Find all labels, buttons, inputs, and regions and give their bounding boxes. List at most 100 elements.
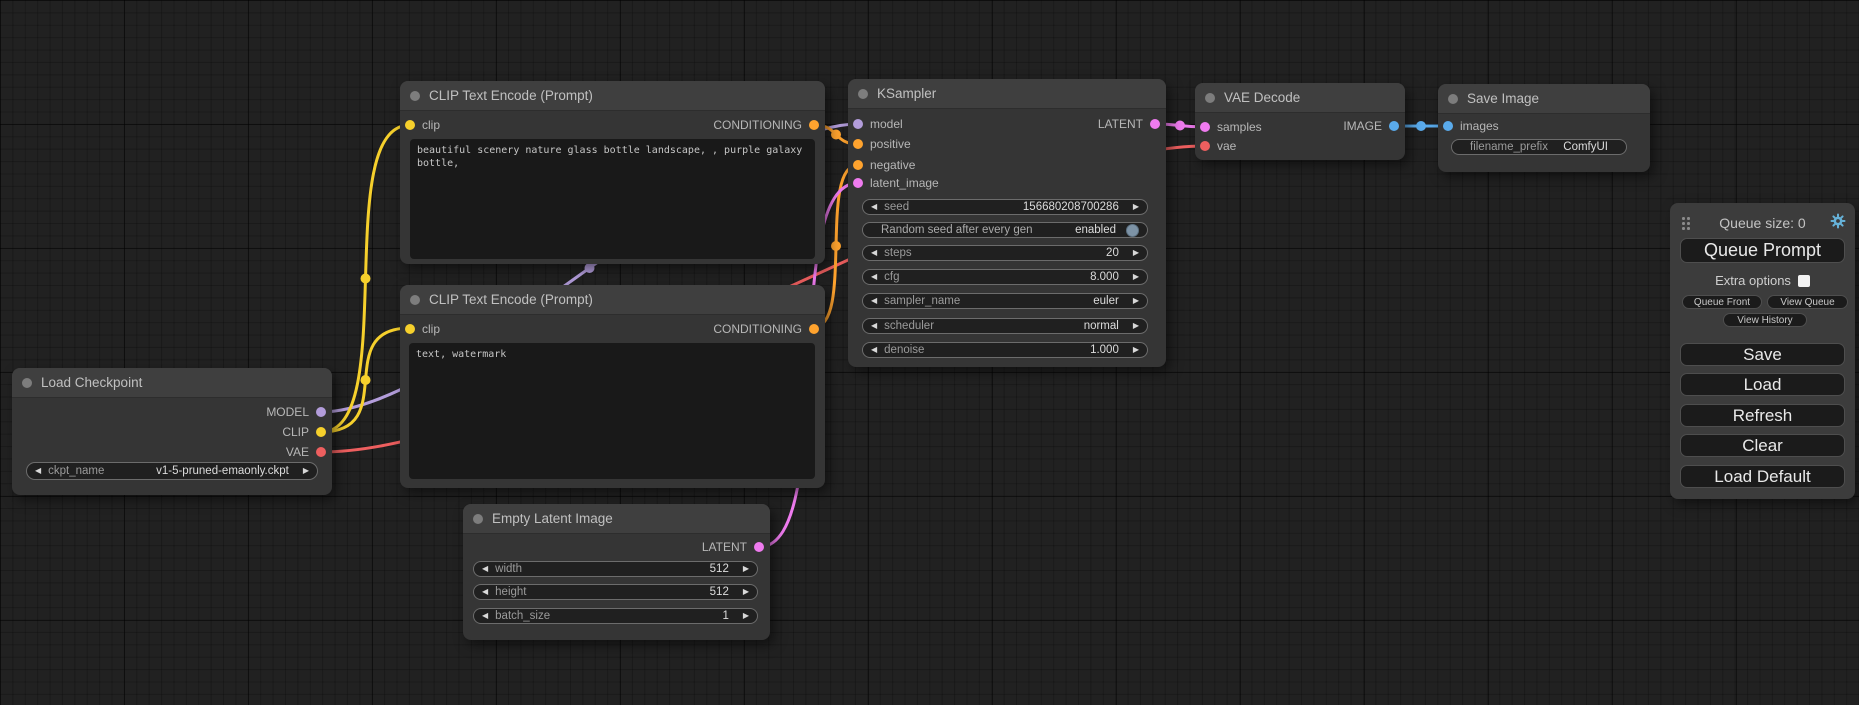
increment-arrow-icon[interactable]: ▶ bbox=[1133, 249, 1139, 257]
toggle-knob-icon[interactable] bbox=[1126, 224, 1139, 237]
input-port-samples[interactable] bbox=[1200, 122, 1210, 132]
input-slot-negative[interactable]: negative bbox=[853, 155, 915, 175]
widget-seed[interactable]: ◀ seed 156680208700286 ▶ bbox=[862, 199, 1148, 215]
increment-arrow-icon[interactable]: ▶ bbox=[303, 467, 309, 475]
node-vae-decode[interactable]: VAE Decode samples vae IMAGE bbox=[1195, 83, 1405, 160]
collapse-dot-icon[interactable] bbox=[410, 91, 420, 101]
increment-arrow-icon[interactable]: ▶ bbox=[743, 588, 749, 596]
view-queue-button[interactable]: View Queue bbox=[1767, 295, 1848, 309]
view-history-button[interactable]: View History bbox=[1723, 313, 1807, 327]
output-port-clip[interactable] bbox=[316, 427, 326, 437]
collapse-dot-icon[interactable] bbox=[473, 514, 483, 524]
input-port-vae[interactable] bbox=[1200, 141, 1210, 151]
decrement-arrow-icon[interactable]: ◀ bbox=[871, 249, 877, 257]
input-slot-clip[interactable]: clip bbox=[405, 319, 440, 339]
output-slot-image[interactable]: IMAGE bbox=[1343, 116, 1399, 136]
decrement-arrow-icon[interactable]: ◀ bbox=[482, 612, 488, 620]
decrement-arrow-icon[interactable]: ◀ bbox=[35, 467, 41, 475]
widget-sampler-name[interactable]: ◀ sampler_name euler ▶ bbox=[862, 293, 1148, 309]
widget-width[interactable]: ◀ width 512 ▶ bbox=[473, 561, 758, 577]
node-save-image[interactable]: Save Image images filename_prefix ComfyU… bbox=[1438, 84, 1650, 172]
node-title-bar[interactable]: Save Image bbox=[1438, 84, 1650, 114]
load-button[interactable]: Load bbox=[1680, 373, 1845, 396]
increment-arrow-icon[interactable]: ▶ bbox=[1133, 297, 1139, 305]
increment-arrow-icon[interactable]: ▶ bbox=[743, 612, 749, 620]
extra-options-checkbox[interactable] bbox=[1798, 275, 1810, 287]
input-slot-model[interactable]: model bbox=[853, 114, 903, 134]
widget-denoise[interactable]: ◀ denoise 1.000 ▶ bbox=[862, 342, 1148, 358]
node-title-bar[interactable]: Empty Latent Image bbox=[463, 504, 770, 534]
node-title-bar[interactable]: CLIP Text Encode (Prompt) bbox=[400, 285, 825, 315]
widget-cfg[interactable]: ◀ cfg 8.000 ▶ bbox=[862, 269, 1148, 285]
decrement-arrow-icon[interactable]: ◀ bbox=[871, 203, 877, 211]
widget-height[interactable]: ◀ height 512 ▶ bbox=[473, 584, 758, 600]
output-port-vae[interactable] bbox=[316, 447, 326, 457]
input-port-latent-image[interactable] bbox=[853, 178, 863, 188]
output-slot-conditioning[interactable]: CONDITIONING bbox=[713, 319, 819, 339]
increment-arrow-icon[interactable]: ▶ bbox=[1133, 346, 1139, 354]
output-slot-clip[interactable]: CLIP bbox=[282, 422, 326, 442]
node-load-checkpoint[interactable]: Load Checkpoint MODEL CLIP VAE ◀ ckpt_na… bbox=[12, 368, 332, 495]
output-port-image[interactable] bbox=[1389, 121, 1399, 131]
output-slot-latent[interactable]: LATENT bbox=[702, 537, 764, 557]
output-port-conditioning[interactable] bbox=[809, 324, 819, 334]
widget-ckpt-name[interactable]: ◀ ckpt_name v1-5-pruned-emaonly.ckpt ▶ bbox=[26, 462, 318, 480]
node-title-bar[interactable]: Load Checkpoint bbox=[12, 368, 332, 398]
input-port-negative[interactable] bbox=[853, 160, 863, 170]
input-port-images[interactable] bbox=[1443, 121, 1453, 131]
input-port-model[interactable] bbox=[853, 119, 863, 129]
collapse-dot-icon[interactable] bbox=[1205, 93, 1215, 103]
node-title-bar[interactable]: VAE Decode bbox=[1195, 83, 1405, 113]
input-slot-clip[interactable]: clip bbox=[405, 115, 440, 135]
decrement-arrow-icon[interactable]: ◀ bbox=[482, 588, 488, 596]
input-slot-latent-image[interactable]: latent_image bbox=[853, 173, 939, 193]
prompt-textarea[interactable]: beautiful scenery nature glass bottle la… bbox=[410, 139, 815, 259]
input-slot-positive[interactable]: positive bbox=[853, 134, 911, 154]
widget-filename-prefix[interactable]: filename_prefix ComfyUI bbox=[1451, 139, 1627, 155]
queue-front-button[interactable]: Queue Front bbox=[1682, 295, 1762, 309]
decrement-arrow-icon[interactable]: ◀ bbox=[871, 346, 877, 354]
prompt-textarea[interactable]: text, watermark bbox=[409, 343, 815, 479]
output-port-conditioning[interactable] bbox=[809, 120, 819, 130]
output-slot-conditioning[interactable]: CONDITIONING bbox=[713, 115, 819, 135]
input-port-clip[interactable] bbox=[405, 324, 415, 334]
decrement-arrow-icon[interactable]: ◀ bbox=[482, 565, 488, 573]
settings-gear-icon[interactable] bbox=[1830, 213, 1846, 229]
widget-random-seed-toggle[interactable]: Random seed after every gen enabled bbox=[862, 222, 1148, 238]
node-title-bar[interactable]: KSampler bbox=[848, 79, 1166, 109]
input-port-clip[interactable] bbox=[405, 120, 415, 130]
input-slot-samples[interactable]: samples bbox=[1200, 117, 1262, 137]
output-slot-latent[interactable]: LATENT bbox=[1098, 114, 1160, 134]
increment-arrow-icon[interactable]: ▶ bbox=[1133, 273, 1139, 281]
widget-steps[interactable]: ◀ steps 20 ▶ bbox=[862, 245, 1148, 261]
collapse-dot-icon[interactable] bbox=[410, 295, 420, 305]
decrement-arrow-icon[interactable]: ◀ bbox=[871, 273, 877, 281]
widget-scheduler[interactable]: ◀ scheduler normal ▶ bbox=[862, 318, 1148, 334]
decrement-arrow-icon[interactable]: ◀ bbox=[871, 322, 877, 330]
collapse-dot-icon[interactable] bbox=[1448, 94, 1458, 104]
node-clip-text-encode-negative[interactable]: CLIP Text Encode (Prompt) clip CONDITION… bbox=[400, 285, 825, 488]
node-ksampler[interactable]: KSampler model positive negative latent_… bbox=[848, 79, 1166, 367]
increment-arrow-icon[interactable]: ▶ bbox=[1133, 322, 1139, 330]
input-port-positive[interactable] bbox=[853, 139, 863, 149]
queue-prompt-button[interactable]: Queue Prompt bbox=[1680, 238, 1845, 263]
output-port-latent[interactable] bbox=[754, 542, 764, 552]
node-clip-text-encode-positive[interactable]: CLIP Text Encode (Prompt) clip CONDITION… bbox=[400, 81, 825, 264]
node-empty-latent-image[interactable]: Empty Latent Image LATENT ◀ width 512 ▶ … bbox=[463, 504, 770, 640]
output-slot-vae[interactable]: VAE bbox=[286, 442, 326, 462]
save-button[interactable]: Save bbox=[1680, 343, 1845, 366]
node-graph-canvas[interactable]: Load Checkpoint MODEL CLIP VAE ◀ ckpt_na… bbox=[0, 0, 1859, 705]
increment-arrow-icon[interactable]: ▶ bbox=[743, 565, 749, 573]
input-slot-images[interactable]: images bbox=[1443, 116, 1499, 136]
widget-batch-size[interactable]: ◀ batch_size 1 ▶ bbox=[473, 608, 758, 624]
increment-arrow-icon[interactable]: ▶ bbox=[1133, 203, 1139, 211]
refresh-button[interactable]: Refresh bbox=[1680, 404, 1845, 427]
output-port-model[interactable] bbox=[316, 407, 326, 417]
output-slot-model[interactable]: MODEL bbox=[266, 402, 326, 422]
output-port-latent[interactable] bbox=[1150, 119, 1160, 129]
decrement-arrow-icon[interactable]: ◀ bbox=[871, 297, 877, 305]
node-title-bar[interactable]: CLIP Text Encode (Prompt) bbox=[400, 81, 825, 111]
load-default-button[interactable]: Load Default bbox=[1680, 465, 1845, 488]
collapse-dot-icon[interactable] bbox=[22, 378, 32, 388]
collapse-dot-icon[interactable] bbox=[858, 89, 868, 99]
